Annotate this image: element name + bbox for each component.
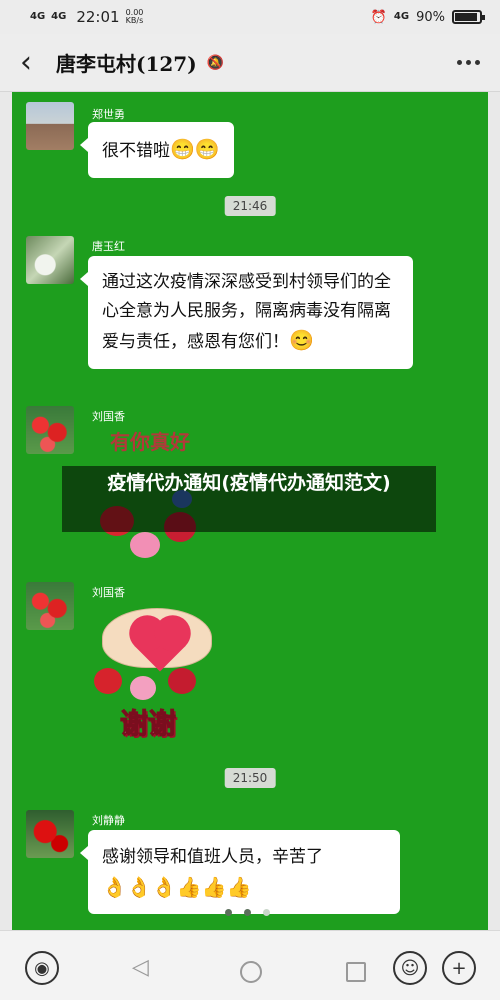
rose-icon — [94, 668, 122, 694]
status-left: 4G 4G 22:01 0.00 KB/s — [30, 8, 143, 26]
bottom-bar: ◉ ◁ ☺ + — [0, 930, 500, 1000]
plus-icon[interactable]: + — [442, 951, 476, 985]
smile-emoji: 😊 — [289, 328, 314, 352]
avatar[interactable] — [26, 102, 74, 150]
triangle-back-icon[interactable]: ◁ — [132, 955, 149, 980]
avatar[interactable] — [26, 582, 74, 630]
battery-percent: 90% — [416, 9, 445, 25]
avatar[interactable] — [26, 810, 74, 858]
timestamp: 21:50 — [224, 768, 276, 788]
bell-off-icon: 🔕 — [206, 54, 225, 71]
message-bubble[interactable]: 通过这次疫情深深感受到村领导们的全心全意为人民服务，隔离病毒没有隔离爱与责任，感… — [80, 256, 413, 369]
status-time: 22:01 — [76, 8, 120, 26]
sender-name: 刘静静 — [92, 814, 125, 827]
net-speed: 0.00 KB/s — [126, 9, 144, 25]
rose-icon — [168, 668, 196, 694]
more-dots-icon[interactable] — [457, 60, 480, 65]
circle-home-icon[interactable] — [240, 961, 262, 983]
dot — [466, 60, 471, 65]
avatar[interactable] — [26, 236, 74, 284]
chat-title: 唐李屯村(127) — [56, 52, 197, 76]
signal-2: 4G — [51, 11, 67, 22]
dot — [457, 60, 462, 65]
message-bubble[interactable]: 很不错啦😁😁 — [80, 122, 234, 178]
square-recents-icon[interactable] — [346, 962, 366, 982]
thumbs-emoji: 👌👌👌👍👍👍 — [102, 875, 252, 899]
voice-icon[interactable]: ◉ — [25, 951, 59, 985]
dot-active[interactable] — [263, 909, 270, 916]
status-right: ⏰ 4G 90% — [370, 9, 485, 25]
dot[interactable] — [244, 909, 251, 916]
article-title-overlay: 疫情代办通知(疫情代办通知范文) — [62, 466, 436, 532]
grin-emoji: 😁😁 — [170, 137, 220, 161]
sender-name: 刘国香 — [92, 410, 125, 423]
dot — [475, 60, 480, 65]
rose-icon — [130, 676, 156, 700]
chevron-left-icon[interactable]: ‹ — [20, 47, 56, 78]
chat-header: ‹ 唐李屯村(127) 🔕 — [0, 34, 500, 92]
alarm-icon: ⏰ — [370, 9, 387, 25]
sender-name: 郑世勇 — [92, 108, 125, 121]
message-text: 很不错啦 — [102, 141, 170, 161]
message-bubble[interactable]: 感谢领导和值班人员，辛苦了 👌👌👌👍👍👍 — [80, 830, 400, 914]
smiley-icon[interactable]: ☺ — [393, 951, 427, 985]
dot[interactable] — [225, 909, 232, 916]
sticker-caption: 谢谢 — [119, 707, 177, 741]
net-speed-unit: KB/s — [125, 16, 144, 25]
message-text: 感谢领导和值班人员，辛苦了 — [102, 847, 323, 867]
screen: 4G 4G 22:01 0.00 KB/s ⏰ 4G 90% ‹ 唐李屯村(12… — [0, 0, 500, 1000]
network-type: 4G — [393, 11, 410, 22]
carousel-dots — [225, 909, 270, 916]
sender-name: 唐玉红 — [92, 240, 125, 253]
timestamp: 21:46 — [224, 196, 276, 216]
signal-1: 4G — [30, 11, 46, 22]
message-text: 通过这次疫情深深感受到村领导们的全心全意为人民服务，隔离病毒没有隔离爱与责任，感… — [102, 272, 391, 352]
sticker-image[interactable]: 谢谢 — [92, 598, 232, 748]
avatar[interactable] — [26, 406, 74, 454]
rose-icon — [130, 532, 160, 558]
sticker-caption: 有你真好 — [110, 430, 190, 454]
status-bar: 4G 4G 22:01 0.00 KB/s ⏰ 4G 90% — [0, 0, 500, 34]
battery-fill — [455, 13, 477, 21]
battery-icon — [452, 10, 485, 24]
